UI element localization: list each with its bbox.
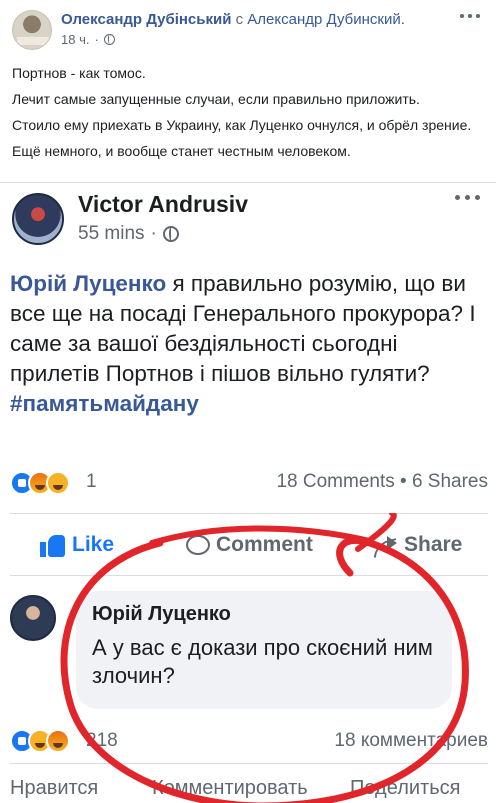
comment-bubble: Юрій Луценко А у вас є докази про скоєни… xyxy=(76,591,452,709)
comment-button: Comment xyxy=(186,533,313,557)
reaction-count: 1 xyxy=(86,471,97,492)
share-label: Share xyxy=(404,533,463,556)
share-label: Поделиться xyxy=(350,777,461,799)
inner-post-meta: 55 mins · xyxy=(78,223,179,245)
commenter-avatar xyxy=(10,595,56,641)
share-button: Поделиться xyxy=(350,777,460,800)
comment-bubble-icon xyxy=(186,535,210,555)
inner-author-avatar xyxy=(12,193,64,245)
attached-screenshot-image[interactable]: Victor Andrusiv 55 mins · Юрій Луценко я… xyxy=(0,182,496,803)
like-label: Нравится xyxy=(10,777,99,799)
post-meta: 18 ч. · xyxy=(61,32,115,47)
mention-link: Юрій Луценко xyxy=(10,271,167,296)
like-button: Like xyxy=(40,533,114,557)
divider xyxy=(10,575,488,576)
comment-text: А у вас є докази про скоєний ним злочин? xyxy=(92,635,433,688)
separator-dot: · xyxy=(150,223,157,244)
share-arrow-icon xyxy=(372,534,398,556)
reactions-summary: 1 18 Comments • 6 Shares xyxy=(10,469,488,497)
inner-post-text: Юрій Луценко я правильно розумію, що ви … xyxy=(10,269,488,419)
comment-author: Юрій Луценко xyxy=(92,603,231,625)
post-paragraph: Портнов - как томос. xyxy=(12,65,146,81)
footer-reactions-summary: 218 18 комментариев xyxy=(10,729,488,757)
separator-dot: · xyxy=(94,32,99,47)
reaction-icons xyxy=(10,471,70,495)
globe-icon xyxy=(162,226,179,242)
footer-action-bar: Нравится Комментировать Поделиться xyxy=(0,773,496,803)
post-header: Олександр Дубінський с Александр Дубинск… xyxy=(0,0,496,56)
like-label: Like xyxy=(72,533,115,556)
post-timestamp[interactable]: 18 ч. xyxy=(61,32,89,47)
more-options-icon[interactable] xyxy=(460,14,482,20)
more-options-icon xyxy=(455,195,480,200)
post-paragraph: Стоило ему приехать в Украину, как Луцен… xyxy=(12,117,472,133)
coauthor-name-link[interactable]: Александр Дубинский. xyxy=(247,11,405,28)
comment-button: Комментировать xyxy=(152,777,308,800)
share-button: Share xyxy=(372,533,462,557)
divider xyxy=(10,513,488,514)
with-label: с xyxy=(235,11,244,28)
inner-post-time: 55 mins xyxy=(78,223,145,244)
post-paragraph: Лечит самые запущенные случаи, если прав… xyxy=(12,91,420,107)
comment-label: Comment xyxy=(216,533,313,556)
post-paragraph: Ещё немного, и вообще станет честным чел… xyxy=(12,143,351,159)
like-button: Нравится xyxy=(10,777,98,800)
author-avatar[interactable] xyxy=(12,10,52,50)
author-line: Олександр Дубінський с Александр Дубинск… xyxy=(61,11,405,28)
hashtag-link: #памятьмайдану xyxy=(10,391,199,416)
inner-author-name: Victor Andrusiv xyxy=(78,191,248,217)
comment-label: Комментировать xyxy=(152,777,308,799)
reaction-count: 218 xyxy=(86,730,118,751)
globe-icon[interactable] xyxy=(103,34,115,45)
reaction-icons xyxy=(10,729,70,753)
post-action-bar: Like Comment Share xyxy=(0,527,496,567)
post-text: Портнов - как томос. Лечит самые запущен… xyxy=(12,64,482,168)
thumbs-up-icon xyxy=(40,533,66,557)
haha-reaction-icon xyxy=(46,471,70,495)
author-name-link[interactable]: Олександр Дубінський xyxy=(61,11,231,28)
comments-shares-count: 18 Comments • 6 Shares xyxy=(276,471,488,492)
comments-count: 18 комментариев xyxy=(334,730,488,751)
angry-reaction-icon xyxy=(46,729,70,753)
divider xyxy=(10,763,488,764)
